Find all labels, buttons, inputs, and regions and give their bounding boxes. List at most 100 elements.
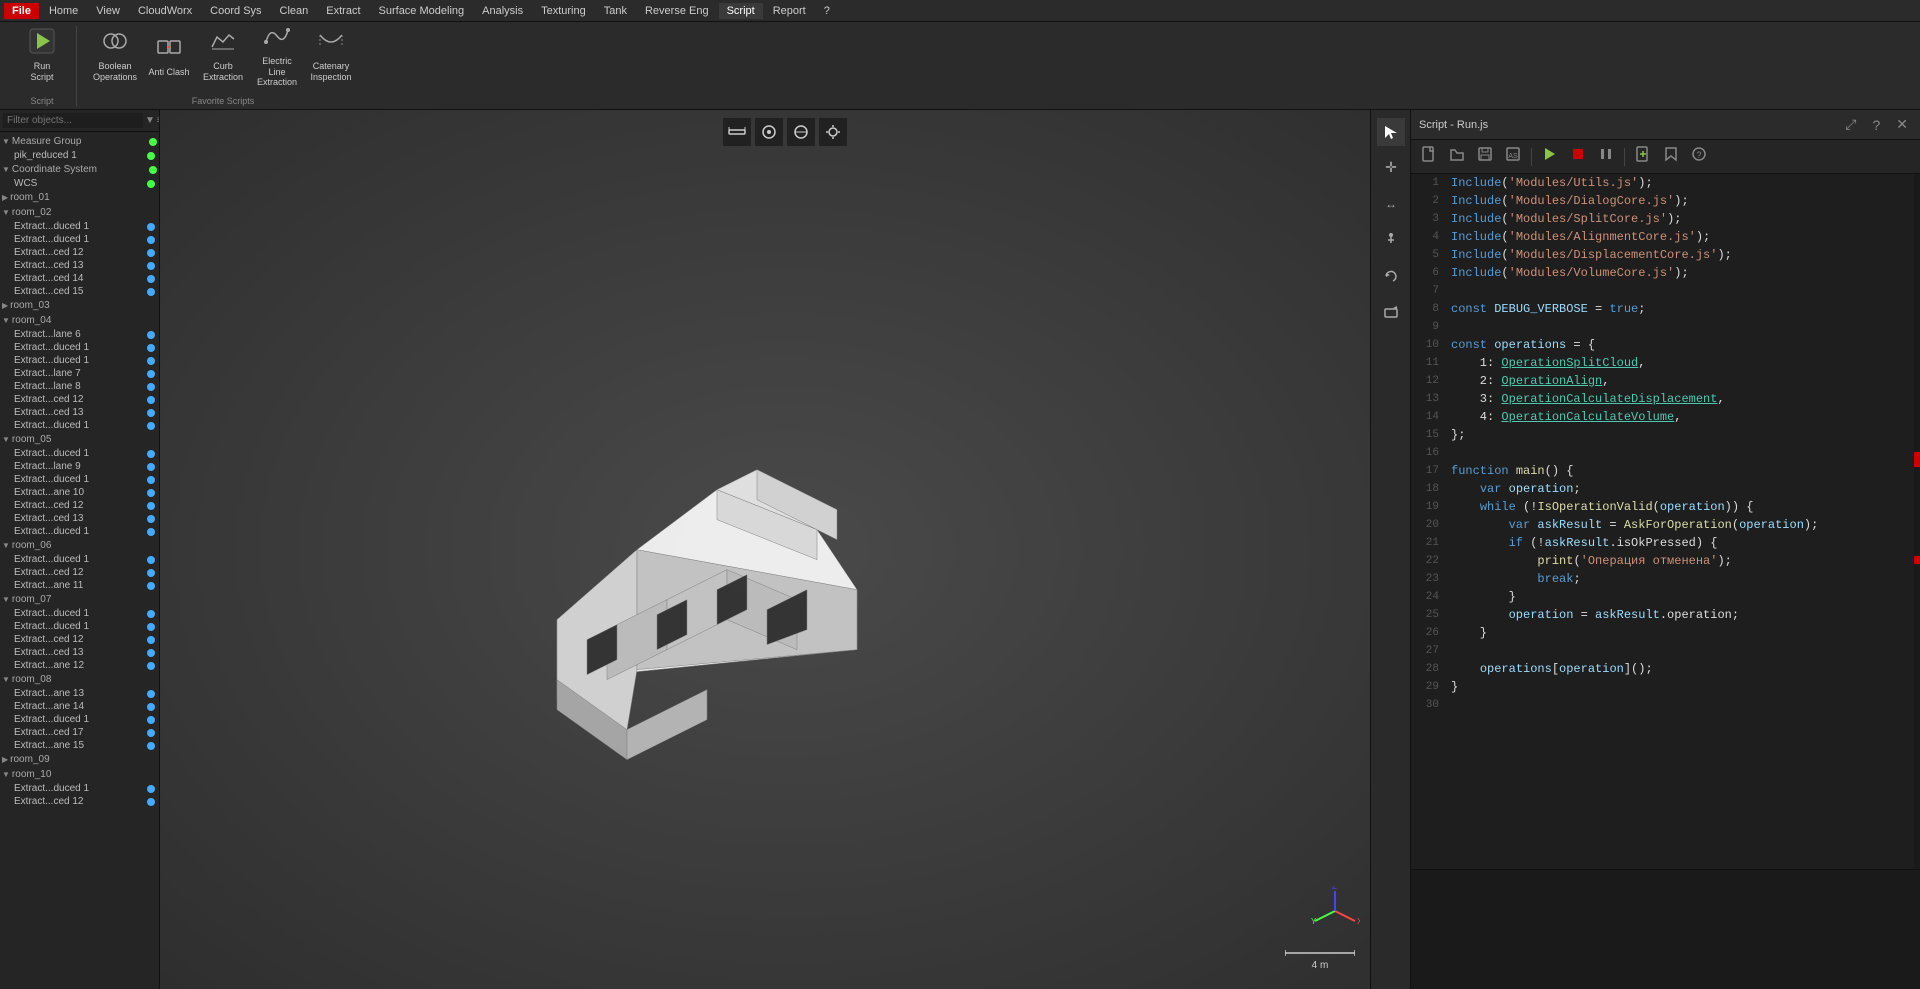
menu-cloudworx[interactable]: CloudWorx xyxy=(130,3,200,19)
menu-tank[interactable]: Tank xyxy=(596,3,635,19)
tree-group-room05-header[interactable]: ▼ room_05 xyxy=(0,432,159,447)
tree-item[interactable]: Extract...ane 15 xyxy=(0,739,159,752)
help-code-button[interactable]: ? xyxy=(1687,144,1711,169)
menu-texturing[interactable]: Texturing xyxy=(533,3,594,19)
tree-group-measure-header[interactable]: ▼ Measure Group xyxy=(0,134,159,149)
settings-tool[interactable] xyxy=(819,118,847,146)
tree-item[interactable]: Extract...duced 1 xyxy=(0,354,159,367)
tree-item[interactable]: Extract...duced 1 xyxy=(0,553,159,566)
tree-item[interactable]: Extract...ced 13 xyxy=(0,259,159,272)
tree-group-room04-header[interactable]: ▼ room_04 xyxy=(0,313,159,328)
person-tool[interactable] xyxy=(1377,226,1405,254)
anti-clash-button[interactable]: Anti Clash xyxy=(143,26,195,84)
menu-help[interactable]: ? xyxy=(816,3,838,19)
tree-item[interactable]: Extract...ced 13 xyxy=(0,512,159,525)
stop-button[interactable] xyxy=(1566,144,1590,169)
tree-item-pik[interactable]: pik_reduced 1 xyxy=(0,149,159,162)
new-script-button[interactable] xyxy=(1417,144,1441,169)
tree-item[interactable]: Extract...duced 1 xyxy=(0,233,159,246)
menu-coord-sys[interactable]: Coord Sys xyxy=(202,3,269,19)
tree-group-room08-header[interactable]: ▼ room_08 xyxy=(0,672,159,687)
tree-item[interactable]: Extract...ced 13 xyxy=(0,406,159,419)
tree-item[interactable]: Extract...ane 11 xyxy=(0,579,159,592)
tree-item[interactable]: Extract...duced 1 xyxy=(0,525,159,538)
tree-item[interactable]: Extract...duced 1 xyxy=(0,782,159,795)
menu-analysis[interactable]: Analysis xyxy=(474,3,531,19)
tree-item[interactable]: Extract...ced 12 xyxy=(0,499,159,512)
curb-extraction-button[interactable]: CurbExtraction xyxy=(197,26,249,84)
tree-item[interactable]: Extract...ane 12 xyxy=(0,659,159,672)
menu-reverse-eng[interactable]: Reverse Eng xyxy=(637,3,717,19)
tree-item[interactable]: Extract...duced 1 xyxy=(0,447,159,460)
tree-item[interactable]: Extract...duced 1 xyxy=(0,620,159,633)
pan-tool[interactable]: ✛ xyxy=(1377,154,1405,182)
run-button[interactable] xyxy=(1538,144,1562,169)
tree-item[interactable]: Extract...ane 14 xyxy=(0,700,159,713)
filter-input[interactable] xyxy=(3,113,143,128)
3d-viewport[interactable]: ✛ ↔ X xyxy=(160,110,1410,989)
tree-item[interactable]: Extract...duced 1 xyxy=(0,713,159,726)
tree-item[interactable]: Extract...lane 8 xyxy=(0,380,159,393)
help-script-button[interactable]: ? xyxy=(1868,115,1884,135)
tree-item[interactable]: Extract...ced 12 xyxy=(0,633,159,646)
run-script-button[interactable]: RunScript xyxy=(16,26,68,84)
menu-surface-modeling[interactable]: Surface Modeling xyxy=(371,3,473,19)
close-script-button[interactable]: ✕ xyxy=(1892,114,1912,135)
save-as-script-button[interactable]: AS xyxy=(1501,144,1525,169)
snap-tool[interactable] xyxy=(755,118,783,146)
tree-item[interactable]: Extract...ced 12 xyxy=(0,393,159,406)
tree-item[interactable]: Extract...ced 13 xyxy=(0,646,159,659)
tree-item[interactable]: Extract...duced 1 xyxy=(0,341,159,354)
tree-item[interactable]: Extract...lane 7 xyxy=(0,367,159,380)
save-script-button[interactable] xyxy=(1473,144,1497,169)
rotate-tool[interactable] xyxy=(1377,262,1405,290)
menu-report[interactable]: Report xyxy=(765,3,814,19)
tree-item[interactable]: Extract...ced 15 xyxy=(0,285,159,298)
tree-item[interactable]: Extract...duced 1 xyxy=(0,220,159,233)
tree-group-room03-header[interactable]: ▶ room_03 xyxy=(0,298,159,313)
menu-extract[interactable]: Extract xyxy=(318,3,368,19)
tree-group-room02-header[interactable]: ▼ room_02 xyxy=(0,205,159,220)
bookmark-button[interactable] xyxy=(1659,144,1683,169)
electric-line-extraction-button[interactable]: Electric LineExtraction xyxy=(251,26,303,84)
file-menu[interactable]: File xyxy=(4,3,39,19)
tree-item[interactable]: Extract...ane 10 xyxy=(0,486,159,499)
tree-item[interactable]: Extract...ane 13 xyxy=(0,687,159,700)
camera-tool[interactable] xyxy=(1377,298,1405,326)
code-editor[interactable]: 1Include('Modules/Utils.js'); 2Include('… xyxy=(1411,174,1920,869)
menu-script[interactable]: Script xyxy=(719,3,763,19)
tree-group-room10-header[interactable]: ▼ room_10 xyxy=(0,767,159,782)
menu-clean[interactable]: Clean xyxy=(272,3,317,19)
tree-item[interactable]: Extract...lane 9 xyxy=(0,460,159,473)
menu-home[interactable]: Home xyxy=(41,3,86,19)
catenary-inspection-button[interactable]: CatenaryInspection xyxy=(305,26,357,84)
open-script-button[interactable] xyxy=(1445,144,1469,169)
tree-group-room06-header[interactable]: ▼ room_06 xyxy=(0,538,159,553)
grid-tool[interactable] xyxy=(787,118,815,146)
tree-item[interactable]: Extract...ced 14 xyxy=(0,272,159,285)
tree-group-room09-header[interactable]: ▶ room_09 xyxy=(0,752,159,767)
tree-item[interactable]: Extract...ced 12 xyxy=(0,246,159,259)
zoom-tool[interactable]: ↔ xyxy=(1377,190,1405,218)
measure-tool[interactable] xyxy=(723,118,751,146)
tree-group-coord-header[interactable]: ▼ Coordinate System xyxy=(0,162,159,177)
tree-item[interactable]: Extract...ced 12 xyxy=(0,795,159,808)
tree-item[interactable]: Extract...ced 12 xyxy=(0,566,159,579)
tree-item[interactable]: Extract...lane 6 xyxy=(0,328,159,341)
expand-script-button[interactable]: ⤢ xyxy=(1841,114,1860,135)
code-line-11: 11 1: OperationSplitCloud, xyxy=(1411,354,1920,372)
select-tool[interactable] xyxy=(1377,118,1405,146)
filter-icon[interactable]: ▼ xyxy=(145,115,155,126)
tree-group-room07-header[interactable]: ▼ room_07 xyxy=(0,592,159,607)
tree-group-room01-header[interactable]: ▶ room_01 xyxy=(0,190,159,205)
boolean-operations-button[interactable]: BooleanOperations xyxy=(89,26,141,84)
menu-view[interactable]: View xyxy=(88,3,128,19)
tree-item[interactable]: Extract...duced 1 xyxy=(0,607,159,620)
tree-item[interactable]: Extract...ced 17 xyxy=(0,726,159,739)
tree-item[interactable]: Extract...duced 1 xyxy=(0,419,159,432)
tree-item[interactable]: Extract...duced 1 xyxy=(0,473,159,486)
tree-item-wcs[interactable]: WCS xyxy=(0,177,159,190)
add-script-button[interactable] xyxy=(1631,144,1655,169)
pause-button[interactable] xyxy=(1594,144,1618,169)
code-line-23: 23 break; xyxy=(1411,570,1920,588)
